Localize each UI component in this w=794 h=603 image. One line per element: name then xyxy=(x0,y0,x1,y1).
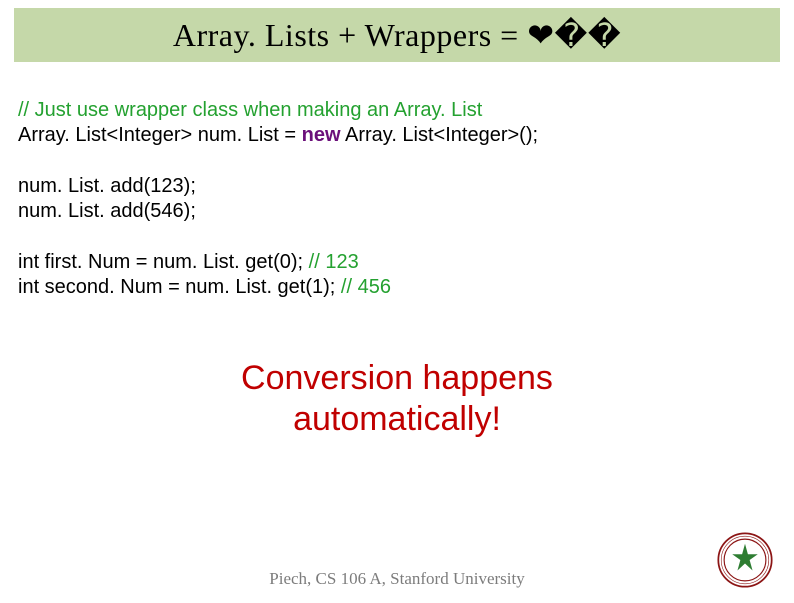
footer-text: Piech, CS 106 A, Stanford University xyxy=(0,569,794,589)
code-line: int first. Num = num. List. get(0); // 1… xyxy=(18,250,776,275)
callout-text: Conversion happens automatically! xyxy=(0,358,794,440)
slide-title: Array. Lists + Wrappers = ❤�� xyxy=(173,16,621,54)
code-comment: // 456 xyxy=(341,276,391,298)
code-line: num. List. add(123); xyxy=(18,174,776,199)
code-comment: // Just use wrapper class when making an… xyxy=(18,99,482,121)
code-block-1: // Just use wrapper class when making an… xyxy=(18,98,776,148)
code-comment: // 123 xyxy=(309,251,359,273)
code-line: num. List. add(546); xyxy=(18,199,776,224)
code-area: // Just use wrapper class when making an… xyxy=(18,98,776,300)
stanford-seal-icon xyxy=(716,531,774,589)
code-text: Array. List<Integer> num. List = xyxy=(18,124,302,146)
code-line: Array. List<Integer> num. List = new Arr… xyxy=(18,123,776,148)
callout-line-1: Conversion happens xyxy=(0,358,794,399)
code-text: Array. List<Integer>(); xyxy=(341,124,539,146)
code-line: // Just use wrapper class when making an… xyxy=(18,98,776,123)
code-text: int first. Num = num. List. get(0); xyxy=(18,251,309,273)
code-block-2: num. List. add(123); num. List. add(546)… xyxy=(18,174,776,224)
callout-line-2: automatically! xyxy=(0,399,794,440)
code-keyword: new xyxy=(302,124,341,146)
code-block-3: int first. Num = num. List. get(0); // 1… xyxy=(18,250,776,300)
code-text: int second. Num = num. List. get(1); xyxy=(18,276,341,298)
code-line: int second. Num = num. List. get(1); // … xyxy=(18,275,776,300)
title-bar: Array. Lists + Wrappers = ❤�� xyxy=(14,8,780,62)
